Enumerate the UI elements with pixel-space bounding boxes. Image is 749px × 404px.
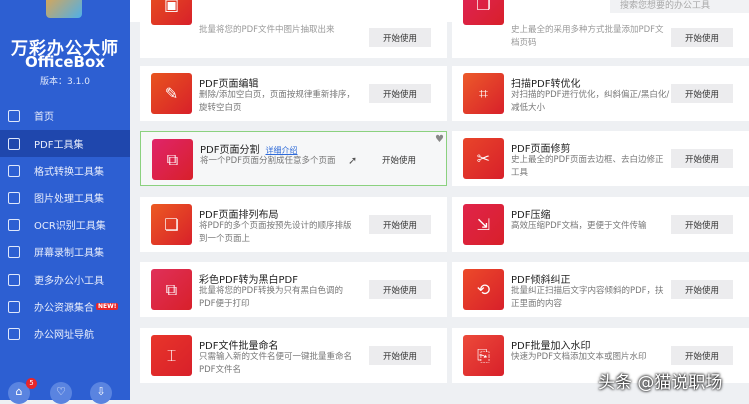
tool-description: 史上最全的采用多种方式批量添加PDF文档页码 bbox=[511, 25, 664, 48]
sidebar-item-label: 图片处理工具集 bbox=[34, 194, 104, 205]
heart-icon[interactable]: ♡ bbox=[50, 382, 72, 404]
tool-description: 删除/添加空白页，页面按规律重新排序，旋转空白页 bbox=[199, 90, 355, 113]
home-icon bbox=[8, 109, 20, 122]
browser-icon bbox=[8, 327, 20, 340]
tool-description: 批量将您的PDF文件中图片抽取出来 bbox=[199, 25, 335, 35]
tool-icon: ❐ bbox=[463, 0, 504, 25]
sidebar-item-label: 首页 bbox=[34, 112, 54, 123]
sidebar-item-0[interactable]: 首页 bbox=[0, 102, 130, 129]
tool-card[interactable]: ⌗ 扫描PDF转优化 对扫描的PDF进行优化，纠斜偏正/黑白化/减低大小 开始使用 bbox=[452, 66, 749, 121]
mouse-cursor-icon: ➚ bbox=[348, 154, 358, 167]
sidebar-item-4[interactable]: OCR识别工具集 bbox=[0, 211, 130, 238]
sidebar-item-3[interactable]: 图片处理工具集 bbox=[0, 184, 130, 211]
download-icon[interactable]: ⇩ bbox=[90, 382, 112, 404]
notification-badge: 5 bbox=[26, 378, 37, 389]
sidebar-item-label: 屏幕录制工具集 bbox=[34, 248, 104, 259]
tool-card[interactable]: ⧉ PDF页面分割 详细介绍 将一个PDF页面分割成任意多个页面 开始使用 ♥ bbox=[140, 131, 447, 186]
ocr-icon bbox=[8, 218, 20, 231]
pdf-icon bbox=[8, 137, 20, 150]
tool-description: 快速为PDF文档添加文本或图片水印 bbox=[511, 352, 647, 362]
sidebar-item-8[interactable]: 办公网址导航 bbox=[0, 320, 130, 347]
tool-card[interactable]: ⌶ PDF文件批量命名 只需输入新的文件名便可一键批量重命名PDF文件名 开始使用 bbox=[140, 328, 447, 383]
start-button[interactable]: 开始使用 bbox=[369, 346, 431, 365]
start-button[interactable]: 开始使用 bbox=[368, 150, 430, 169]
tool-icon: ⎘ bbox=[463, 335, 504, 376]
tool-card[interactable]: ⟲ PDF倾斜纠正 批量纠正扫描后文字内容倾斜的PDF，扶正里面的内容 开始使用 bbox=[452, 262, 749, 317]
image-icon bbox=[8, 191, 20, 204]
start-button[interactable]: 开始使用 bbox=[671, 84, 733, 103]
tool-description: 高效压缩PDF文档，更便于文件传输 bbox=[511, 221, 647, 231]
tool-description: 史上最全的PDF页面去边框、去白边修正工具 bbox=[511, 155, 664, 178]
tool-icon: ⌶ bbox=[151, 335, 192, 376]
sidebar-item-1[interactable]: PDF工具集 bbox=[0, 130, 130, 157]
tool-icon: ⧉ bbox=[152, 139, 193, 180]
tool-card[interactable]: ⧉ 彩色PDF转为黑白PDF 批量将您的PDF转换为只有黑白色调的PDF便于打印 开始… bbox=[140, 262, 447, 317]
sidebar-item-7[interactable]: 办公资源集合 NEW! bbox=[0, 293, 130, 320]
tool-description: 批量将您的PDF转换为只有黑白色调的PDF便于打印 bbox=[199, 286, 344, 309]
briefcase-icon bbox=[8, 300, 20, 313]
tool-card[interactable]: ✎ PDF页面编辑 删除/添加空白页，页面按规律重新排序，旋转空白页 开始使用 bbox=[140, 66, 447, 121]
grid-icon bbox=[8, 273, 20, 286]
tool-description: 批量纠正扫描后文字内容倾斜的PDF，扶正里面的内容 bbox=[511, 286, 664, 309]
sidebar-item-label: 更多办公小工具 bbox=[34, 276, 104, 287]
sidebar: 万彩办公大师 OfficeBox 版本：3.1.0 首页 PDF工具集 格式转换工具… bbox=[0, 0, 130, 404]
tool-card[interactable]: ⇲ PDF压缩 高效压缩PDF文档，更便于文件传输 开始使用 bbox=[452, 197, 749, 252]
tool-card[interactable]: ❏ PDF页面排列布局 将PDF的多个页面按预先设计的顺序排版到一个页面上 开始使用 bbox=[140, 197, 447, 252]
tool-icon: ⇲ bbox=[463, 204, 504, 245]
tool-description: 只需输入新的文件名便可一键批量重命名PDF文件名 bbox=[199, 352, 353, 375]
tool-icon: ✎ bbox=[151, 73, 192, 114]
start-button[interactable]: 开始使用 bbox=[671, 149, 733, 168]
sidebar-item-2[interactable]: 格式转换工具集 bbox=[0, 157, 130, 184]
convert-icon bbox=[8, 164, 20, 177]
sidebar-item-label: 格式转换工具集 bbox=[34, 167, 104, 178]
app-subtitle: OfficeBox bbox=[25, 53, 105, 71]
new-badge: NEW! bbox=[96, 303, 119, 310]
app-version: 版本：3.1.0 bbox=[40, 77, 90, 87]
sidebar-item-label: OCR识别工具集 bbox=[34, 221, 106, 232]
search-input[interactable] bbox=[610, 0, 749, 13]
tool-icon: ✂ bbox=[463, 138, 504, 179]
tool-icon: ▣ bbox=[151, 0, 192, 25]
tool-card[interactable]: ▣ 批量将您的PDF文件中图片抽取出来 开始使用 bbox=[140, 0, 447, 58]
tool-icon: ⌗ bbox=[463, 73, 504, 114]
sidebar-item-6[interactable]: 更多办公小工具 bbox=[0, 266, 130, 293]
sidebar-item-label: PDF工具集 bbox=[34, 140, 84, 151]
tool-card[interactable]: ✂ PDF页面修剪 史上最全的PDF页面去边框、去白边修正工具 开始使用 bbox=[452, 131, 749, 186]
start-button[interactable]: 开始使用 bbox=[671, 28, 733, 47]
tool-description: 对扫描的PDF进行优化，纠斜偏正/黑白化/减低大小 bbox=[511, 90, 670, 113]
sidebar-item-5[interactable]: 屏幕录制工具集 bbox=[0, 238, 130, 265]
start-button[interactable]: 开始使用 bbox=[671, 280, 733, 299]
app-logo bbox=[46, 0, 82, 18]
tool-icon: ⧉ bbox=[151, 269, 192, 310]
start-button[interactable]: 开始使用 bbox=[671, 215, 733, 234]
tool-icon: ⟲ bbox=[463, 269, 504, 310]
start-button[interactable]: 开始使用 bbox=[369, 28, 431, 47]
detail-link[interactable]: 详细介绍 bbox=[265, 146, 297, 155]
tool-description: 将一个PDF页面分割成任意多个页面 bbox=[200, 156, 336, 166]
start-button[interactable]: 开始使用 bbox=[671, 346, 733, 365]
monitor-icon bbox=[8, 245, 20, 258]
sidebar-item-label: 办公网址导航 bbox=[34, 330, 94, 341]
sidebar-item-label: 办公资源集合 bbox=[34, 303, 94, 314]
start-button[interactable]: 开始使用 bbox=[369, 280, 431, 299]
start-button[interactable]: 开始使用 bbox=[369, 215, 431, 234]
watermark: 头条 @猫说职场 bbox=[598, 373, 723, 393]
favorite-heart-icon[interactable]: ♥ bbox=[435, 134, 444, 145]
tool-description: 将PDF的多个页面按预先设计的顺序排版到一个页面上 bbox=[199, 221, 352, 244]
start-button[interactable]: 开始使用 bbox=[369, 84, 431, 103]
tool-icon: ❏ bbox=[151, 204, 192, 245]
